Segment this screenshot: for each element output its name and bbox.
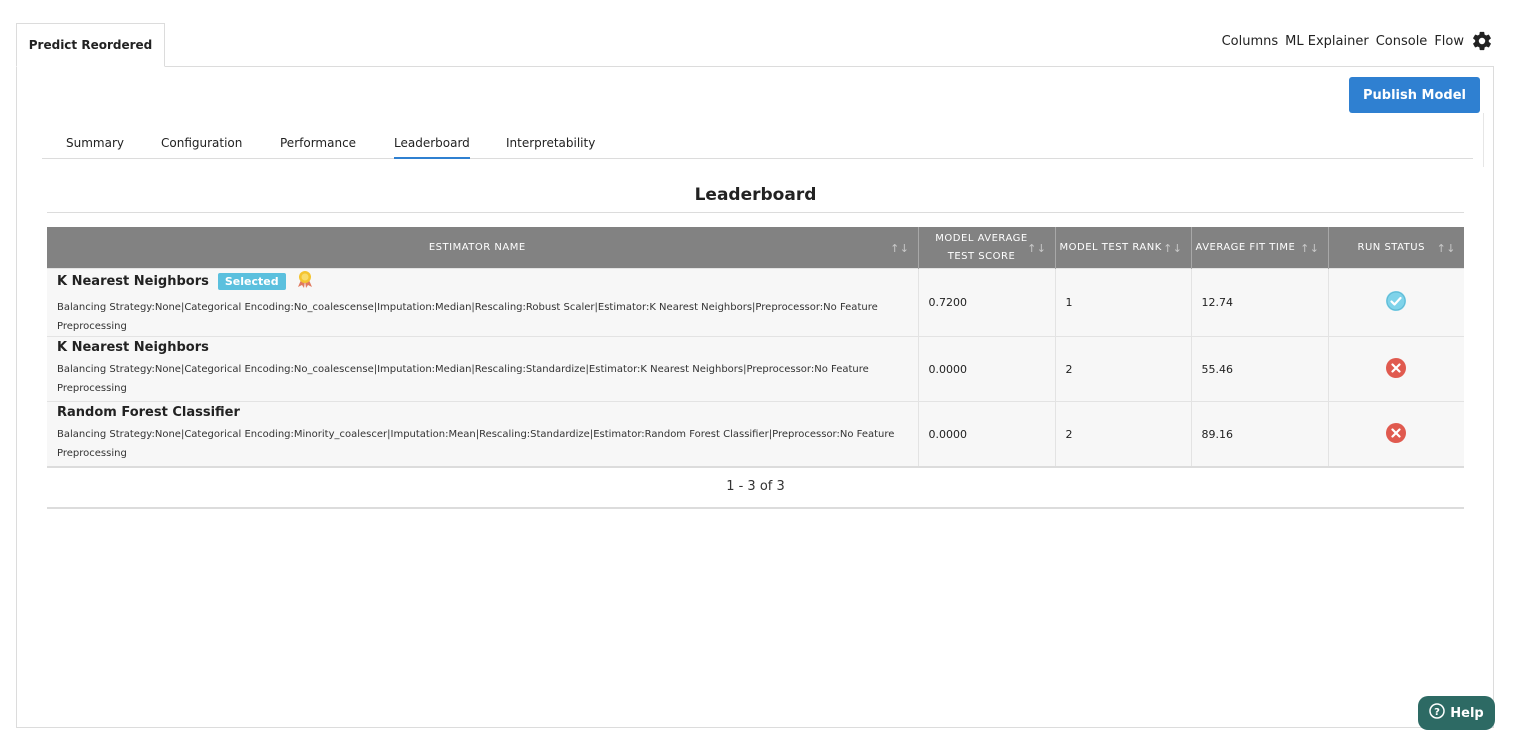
rank-cell: 2 xyxy=(1055,336,1192,402)
fit-time-cell: 55.46 xyxy=(1191,336,1329,402)
columns-link[interactable]: Columns xyxy=(1222,34,1279,49)
ml-explainer-link[interactable]: ML Explainer xyxy=(1285,34,1369,49)
estimator-description: Balancing Strategy:None|Categorical Enco… xyxy=(57,302,878,332)
selected-badge: Selected xyxy=(217,272,286,290)
score-cell: 0.0000 xyxy=(918,401,1056,468)
run-status-cell xyxy=(1328,401,1464,468)
svg-text:?: ? xyxy=(1434,707,1440,718)
sort-icon[interactable]: ↑↓ xyxy=(1437,240,1456,258)
score-cell: 0.7200 xyxy=(918,268,1056,337)
sort-icon[interactable]: ↑↓ xyxy=(1027,240,1046,258)
estimator-name: K Nearest Neighbors xyxy=(57,273,209,289)
error-x-icon xyxy=(1386,357,1407,378)
divider xyxy=(1483,113,1484,167)
estimator-cell: K Nearest Neighbors Selected Balancing S… xyxy=(47,268,919,337)
leaderboard-title: Leaderboard xyxy=(47,185,1464,213)
award-icon xyxy=(295,269,315,293)
rank-cell: 2 xyxy=(1055,401,1192,468)
tab-summary[interactable]: Summary xyxy=(66,136,124,157)
fit-time-cell: 12.74 xyxy=(1191,268,1329,337)
question-icon: ? xyxy=(1429,703,1446,723)
success-check-icon xyxy=(1386,291,1407,311)
estimator-cell: Random Forest Classifier Balancing Strat… xyxy=(47,401,919,468)
estimator-description: Balancing Strategy:None|Categorical Enco… xyxy=(57,429,895,459)
estimator-name: Random Forest Classifier xyxy=(57,405,240,420)
rank-cell: 1 xyxy=(1055,268,1192,337)
score-cell: 0.0000 xyxy=(918,336,1056,402)
table-row[interactable]: K Nearest Neighbors Balancing Strategy:N… xyxy=(47,336,1464,402)
estimator-cell: K Nearest Neighbors Balancing Strategy:N… xyxy=(47,336,919,402)
pagination: 1 - 3 of 3 xyxy=(47,467,1464,509)
tab-configuration[interactable]: Configuration xyxy=(161,136,242,157)
publish-model-button[interactable]: Publish Model xyxy=(1349,77,1480,113)
help-label: Help xyxy=(1450,705,1484,721)
gear-icon[interactable] xyxy=(1471,30,1493,52)
tab-interpretability[interactable]: Interpretability xyxy=(506,136,595,157)
doc-tab-predict-reordered[interactable]: Predict Reordered xyxy=(16,23,165,67)
sort-icon[interactable]: ↑↓ xyxy=(1300,240,1319,258)
fit-time-cell: 89.16 xyxy=(1191,401,1329,468)
header-run-status[interactable]: RUN STATUS ↑↓ xyxy=(1328,227,1464,269)
top-links: Columns ML Explainer Console Flow xyxy=(1222,30,1493,52)
sort-icon[interactable]: ↑↓ xyxy=(890,240,909,258)
sort-icon[interactable]: ↑↓ xyxy=(1163,240,1182,258)
tab-performance[interactable]: Performance xyxy=(280,136,356,157)
error-x-icon xyxy=(1386,422,1407,443)
tab-bar: Summary Configuration Performance Leader… xyxy=(42,124,1473,159)
table-row[interactable]: Random Forest Classifier Balancing Strat… xyxy=(47,401,1464,468)
console-link[interactable]: Console xyxy=(1376,34,1428,49)
table-header-row: ESTIMATOR NAME ↑↓ MODEL AVERAGE TEST SCORE… xyxy=(47,227,1464,269)
estimator-description: Balancing Strategy:None|Categorical Enco… xyxy=(57,364,869,394)
header-model-average-test-score[interactable]: MODEL AVERAGE TEST SCORE ↑↓ xyxy=(918,227,1056,269)
header-average-fit-time[interactable]: AVERAGE FIT TIME ↑↓ xyxy=(1191,227,1329,269)
header-estimator-name[interactable]: ESTIMATOR NAME ↑↓ xyxy=(47,227,919,269)
flow-link[interactable]: Flow xyxy=(1434,34,1464,49)
run-status-cell xyxy=(1328,336,1464,402)
help-button[interactable]: ? Help xyxy=(1418,696,1495,730)
estimator-name: K Nearest Neighbors xyxy=(57,340,209,355)
tab-leaderboard[interactable]: Leaderboard xyxy=(394,136,470,159)
leaderboard-table: ESTIMATOR NAME ↑↓ MODEL AVERAGE TEST SCORE… xyxy=(47,227,1464,468)
header-model-test-rank[interactable]: MODEL TEST RANK ↑↓ xyxy=(1055,227,1192,269)
run-status-cell xyxy=(1328,268,1464,337)
table-row[interactable]: K Nearest Neighbors Selected Balancing S… xyxy=(47,268,1464,337)
